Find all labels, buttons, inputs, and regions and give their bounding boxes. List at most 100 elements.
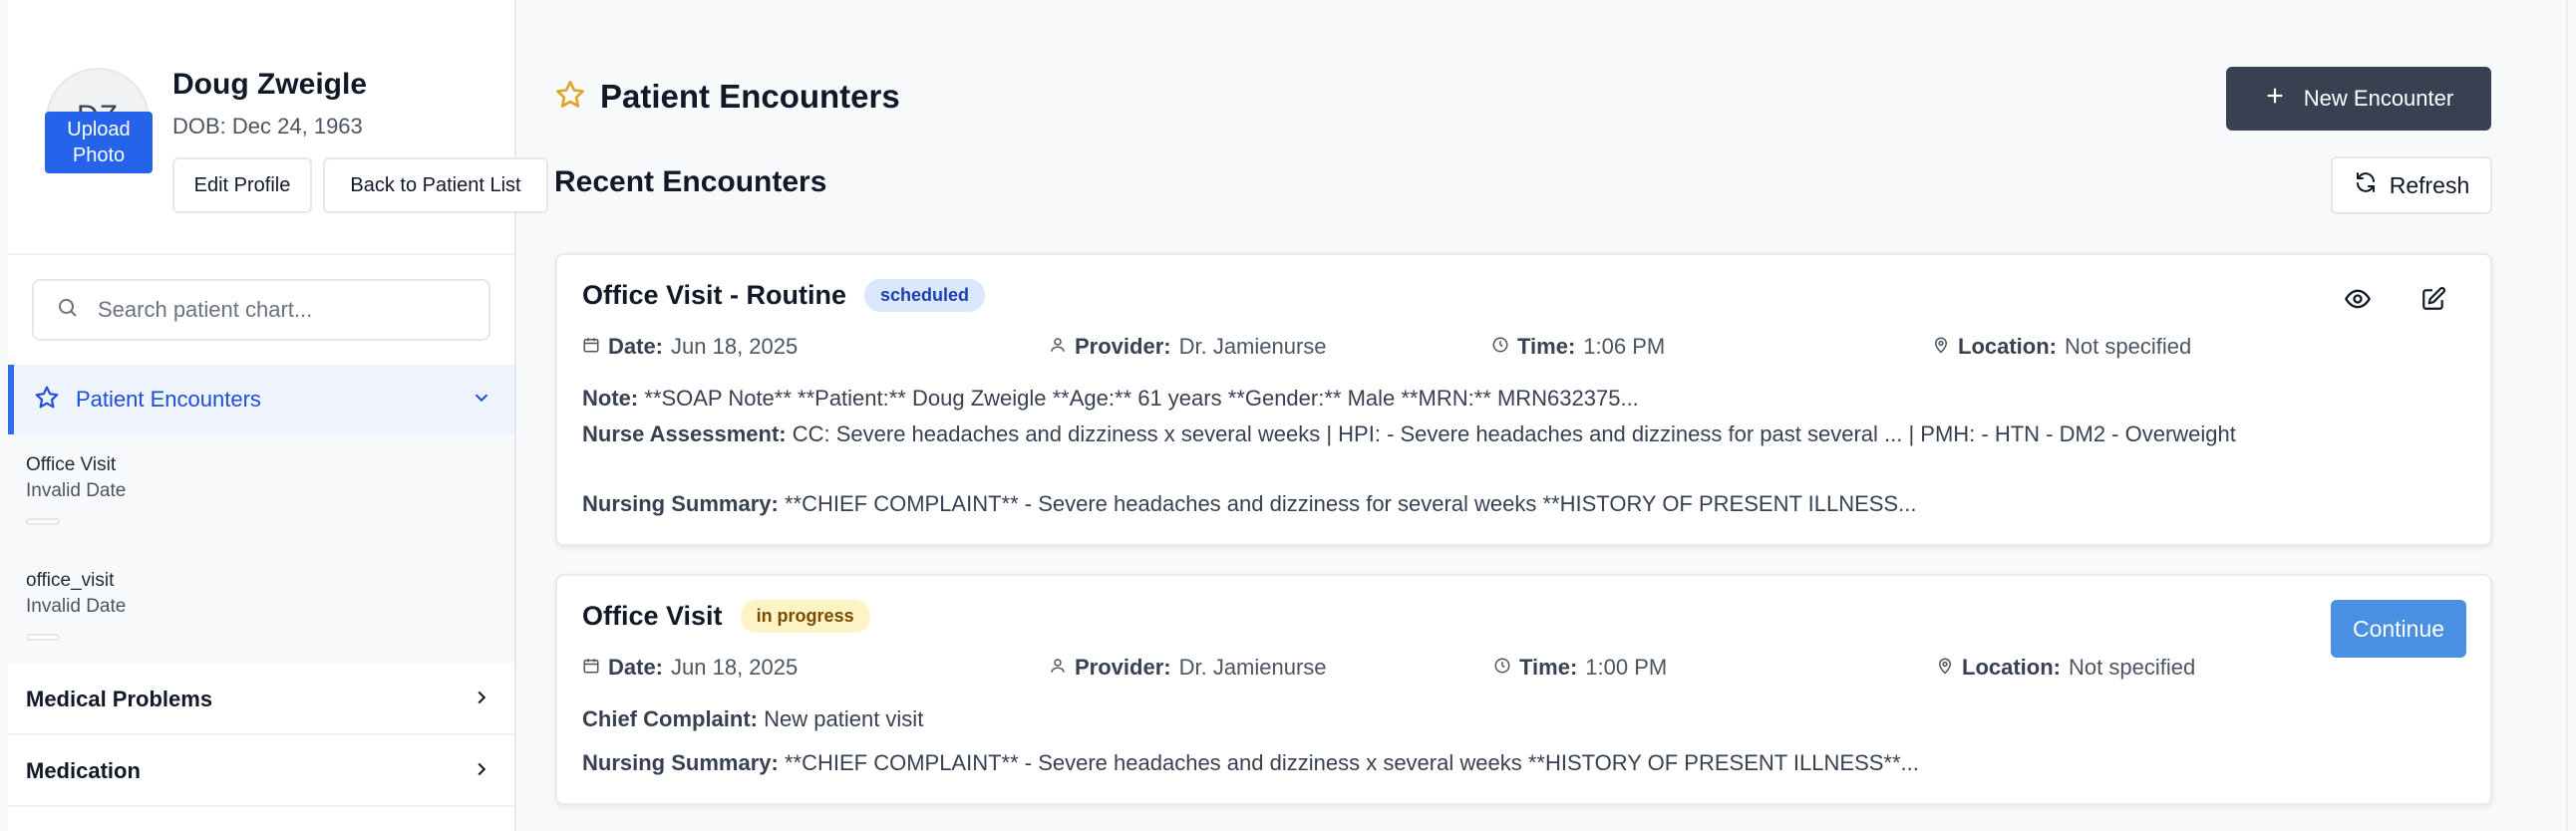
line-label: Note: — [582, 386, 639, 411]
encounter-note: Note: **SOAP Note** **Patient:** Doug Zw… — [582, 383, 2317, 415]
star-icon — [554, 79, 586, 116]
chevron-down-icon[interactable] — [471, 387, 492, 414]
meta-time: Time: 1:00 PM — [1493, 655, 1667, 681]
refresh-label: Refresh — [2389, 171, 2470, 198]
search-area — [8, 253, 514, 365]
list-item[interactable]: Office Visit Invalid Date — [26, 454, 126, 525]
calendar-icon — [582, 655, 600, 681]
meta-provider: Provider: Dr. Jamienurse — [1049, 334, 1327, 360]
meta-value: Dr. Jamienurse — [1178, 655, 1327, 680]
back-to-patient-list-button[interactable]: Back to Patient List — [323, 157, 548, 213]
view-button[interactable] — [2338, 281, 2378, 321]
patient-profile: DZ Upload Photo Doug Zweigle DOB: Dec 24… — [8, 28, 548, 247]
encounter-meta: Date: Jun 18, 2025 Provider: Dr. Jamienu… — [582, 655, 2397, 685]
plus-icon — [2264, 85, 2286, 113]
line-label: Chief Complaint: — [582, 706, 758, 731]
clock-icon — [1491, 334, 1509, 360]
list-item-date: Invalid Date — [26, 480, 127, 501]
status-badge: scheduled — [864, 279, 986, 312]
encounter-title: Office Visit in progress — [582, 600, 870, 633]
meta-date: Date: Jun 18, 2025 — [582, 655, 798, 681]
meta-label: Provider: — [1075, 655, 1171, 680]
edit-icon — [2420, 286, 2446, 317]
meta-time: Time: 1:06 PM — [1491, 334, 1665, 360]
list-item[interactable]: office_visit Invalid Date — [26, 570, 126, 641]
user-icon — [1049, 334, 1067, 360]
edit-profile-button[interactable]: Edit Profile — [172, 157, 312, 213]
meta-location: Location: Not specified — [1936, 655, 2195, 681]
meta-value: Not specified — [2065, 334, 2192, 359]
meta-value: 1:00 PM — [1585, 655, 1668, 680]
patient-name: Doug Zweigle — [172, 68, 367, 101]
clock-icon — [1493, 655, 1511, 681]
meta-label: Time: — [1519, 655, 1578, 680]
meta-label: Date: — [608, 334, 664, 359]
user-icon — [1049, 655, 1067, 681]
meta-provider: Provider: Dr. Jamienurse — [1049, 655, 1327, 681]
meta-value: Dr. Jamienurse — [1178, 334, 1327, 359]
refresh-icon — [2354, 170, 2378, 200]
sidebar-item-label: Medication — [26, 758, 141, 783]
line-value: **CHIEF COMPLAINT** - Severe headaches a… — [784, 491, 1917, 516]
sidebar-item-medical-problems[interactable]: Medical Problems — [8, 666, 514, 735]
encounter-nursing-summary: Nursing Summary: **CHIEF COMPLAINT** - S… — [582, 747, 2317, 779]
meta-label: Location: — [1958, 334, 2057, 359]
encounter-title: Office Visit - Routine scheduled — [582, 279, 986, 312]
calendar-icon — [582, 334, 600, 360]
recent-encounters-heading: Recent Encounters — [554, 165, 827, 198]
edit-button[interactable] — [2414, 281, 2453, 321]
location-pin-icon — [1936, 655, 1954, 681]
star-icon — [34, 385, 60, 416]
search-icon — [56, 296, 80, 325]
meta-location: Location: Not specified — [1932, 334, 2191, 360]
search-input[interactable] — [98, 297, 477, 323]
line-label: Nursing Summary: — [582, 491, 779, 516]
sidebar: DZ Upload Photo Doug Zweigle DOB: Dec 24… — [0, 0, 548, 831]
encounter-chief-complaint: Chief Complaint: New patient visit — [582, 703, 2317, 735]
meta-label: Provider: — [1075, 334, 1171, 359]
status-badge: in progress — [740, 600, 870, 633]
meta-value: Jun 18, 2025 — [671, 655, 799, 680]
sidebar-gutter — [0, 0, 8, 831]
line-value: New patient visit — [764, 706, 924, 731]
meta-label: Date: — [608, 655, 664, 680]
meta-date: Date: Jun 18, 2025 — [582, 334, 798, 360]
refresh-button[interactable]: Refresh — [2331, 156, 2492, 214]
eye-icon — [2344, 285, 2372, 318]
search-box[interactable] — [32, 279, 490, 341]
new-encounter-button[interactable]: New Encounter — [2226, 67, 2491, 131]
encounter-nursing-summary: Nursing Summary: **CHIEF COMPLAINT** - S… — [582, 488, 2317, 520]
encounter-sub-list: Office Visit Invalid Date office_visit I… — [8, 434, 514, 664]
encounter-card[interactable]: Office Visit - Routine scheduled Date: J… — [555, 253, 2492, 546]
list-item-title: Office Visit — [26, 454, 117, 475]
sidebar-item-medication[interactable]: Medication — [8, 737, 514, 807]
new-encounter-label: New Encounter — [2303, 86, 2454, 111]
line-value: CC: Severe headaches and dizziness x sev… — [792, 421, 2236, 446]
list-item-date: Invalid Date — [26, 596, 127, 617]
meta-label: Time: — [1517, 334, 1576, 359]
list-item-indicator — [26, 634, 60, 641]
line-label: Nurse Assessment: — [582, 421, 787, 446]
encounter-card[interactable]: Office Visit in progress Continue Date: … — [555, 574, 2492, 805]
meta-label: Location: — [1962, 655, 2061, 680]
list-item-title: office_visit — [26, 570, 115, 591]
sidebar-item-patient-encounters[interactable]: Patient Encounters — [8, 365, 514, 434]
chevron-right-icon — [471, 758, 492, 785]
sidebar-item-label: Patient Encounters — [76, 387, 261, 412]
line-value: **SOAP Note** **Patient:** Doug Zweigle … — [644, 386, 1639, 411]
patient-dob: DOB: Dec 24, 1963 — [172, 114, 363, 138]
scrollbar-track[interactable] — [2566, 0, 2576, 831]
chevron-right-icon — [471, 687, 492, 713]
encounter-title-text: Office Visit - Routine — [582, 280, 847, 310]
encounter-nurse-assessment: Nurse Assessment: CC: Severe headaches a… — [582, 418, 2317, 450]
page-title-text: Patient Encounters — [600, 78, 900, 115]
sidebar-item-label: Medical Problems — [26, 687, 213, 711]
encounter-meta: Date: Jun 18, 2025 Provider: Dr. Jamienu… — [582, 334, 2397, 364]
encounter-title-text: Office Visit — [582, 601, 723, 631]
continue-button[interactable]: Continue — [2331, 600, 2466, 658]
location-pin-icon — [1932, 334, 1950, 360]
line-value: **CHIEF COMPLAINT** - Severe headaches a… — [784, 750, 1919, 775]
list-item-indicator — [26, 518, 60, 525]
upload-photo-button[interactable]: Upload Photo — [45, 112, 153, 173]
meta-value: 1:06 PM — [1583, 334, 1666, 359]
